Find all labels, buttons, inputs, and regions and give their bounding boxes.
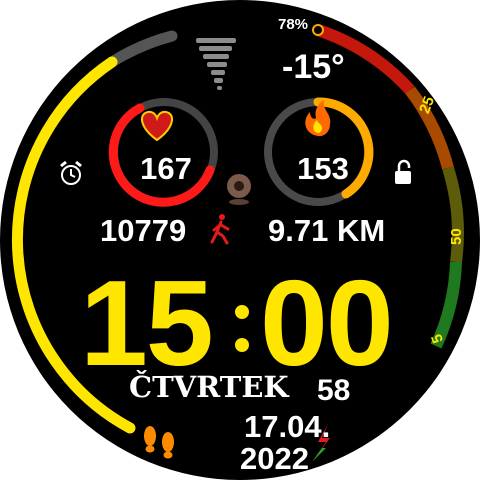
watch-face [0,0,480,480]
year-value: 2022 [240,441,309,476]
time-minutes: 00 [260,255,394,391]
distance-value: 9.71 KM [268,213,386,248]
time-colon-top [235,305,249,319]
battery-percent: 78% [278,16,309,33]
temperature: -15° [282,48,345,86]
date-value: 17.04. [244,409,331,444]
dial-background [0,0,480,480]
time-colon-bottom [235,338,249,352]
scale-label: 50 [448,228,465,245]
seconds-value: 58 [317,374,351,407]
calories-value: 153 [297,151,349,186]
heart-rate-value: 167 [140,151,192,186]
scale-end-marker [312,24,324,36]
day-name: ČTVRTEK [129,370,289,404]
steps-count: 10779 [100,213,187,248]
time-hours: 15 [80,255,214,391]
